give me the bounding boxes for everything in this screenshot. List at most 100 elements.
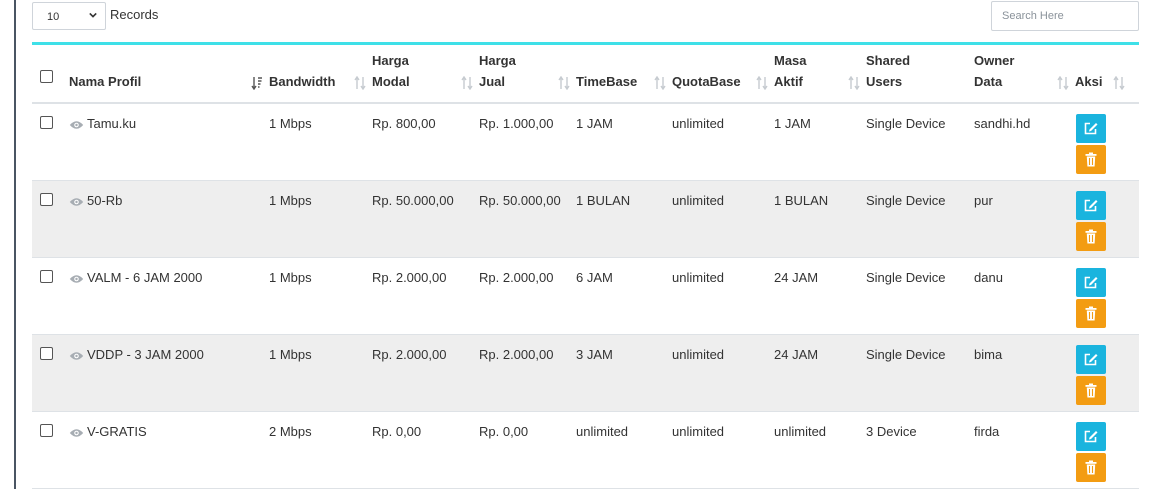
search-input[interactable] <box>991 1 1139 31</box>
sort-icon <box>654 76 666 90</box>
masa-aktif-cell: 1 JAM <box>774 103 866 181</box>
col-label: QuotaBase <box>672 74 741 89</box>
col-bandwidth[interactable]: Bandwidth <box>269 45 372 104</box>
table-row[interactable]: V-GRATIS 2 Mbps Rp. 0,00 Rp. 0,00 unlimi… <box>32 411 1139 489</box>
harga-jual-cell: Rp. 50.000,00 <box>479 180 576 258</box>
aksi-cell <box>1075 180 1139 258</box>
timebase-cell: 1 BULAN <box>576 180 672 258</box>
left-sidebar-edge <box>0 0 16 489</box>
row-checkbox[interactable] <box>40 423 53 437</box>
harga-modal-cell: Rp. 50.000,00 <box>372 180 479 258</box>
masa-aktif-cell: 24 JAM <box>774 334 866 412</box>
col-label-2: Data <box>974 74 1003 89</box>
bandwidth-cell: 1 Mbps <box>269 180 372 258</box>
eye-icon[interactable] <box>69 274 84 284</box>
harga-jual-cell: Rp. 2.000,00 <box>479 334 576 412</box>
shared-users-cell: Single Device <box>866 103 974 181</box>
delete-button[interactable] <box>1076 452 1106 482</box>
row-select-cell <box>32 257 69 335</box>
profile-name-cell: V-GRATIS <box>69 411 269 489</box>
profiles-table: Nama Profil Bandwidth Harga Modal Harga Ju… <box>32 42 1139 489</box>
shared-users-cell: Single Device <box>866 257 974 335</box>
shared-users-cell: Single Device <box>866 334 974 412</box>
bandwidth-cell: 2 Mbps <box>269 411 372 489</box>
quotabase-cell: unlimited <box>672 334 774 412</box>
sort-icon <box>1113 76 1125 90</box>
edit-icon <box>1084 122 1098 135</box>
sort-desc-icon <box>251 77 262 90</box>
col-harga-modal[interactable]: Harga Modal <box>372 45 479 104</box>
profile-name: 50-Rb <box>87 192 123 208</box>
col-aksi[interactable]: Aksi <box>1075 45 1139 104</box>
edit-button[interactable] <box>1076 344 1106 374</box>
eye-icon[interactable] <box>69 351 84 361</box>
table-row[interactable]: Tamu.ku 1 Mbps Rp. 800,00 Rp. 1.000,00 1… <box>32 103 1139 181</box>
row-checkbox[interactable] <box>40 346 53 360</box>
harga-jual-cell: Rp. 2.000,00 <box>479 257 576 335</box>
profile-name: V-GRATIS <box>87 423 147 439</box>
timebase-cell: 1 JAM <box>576 103 672 181</box>
harga-jual-cell: Rp. 0,00 <box>479 411 576 489</box>
eye-icon[interactable] <box>69 428 84 438</box>
owner-data-cell: danu <box>974 257 1075 335</box>
delete-button[interactable] <box>1076 375 1106 405</box>
table-row[interactable]: VALM - 6 JAM 2000 1 Mbps Rp. 2.000,00 Rp… <box>32 257 1139 335</box>
profile-name: VALM - 6 JAM 2000 <box>87 269 203 285</box>
col-timebase[interactable]: TimeBase <box>576 45 672 104</box>
quotabase-cell: unlimited <box>672 180 774 258</box>
row-select-cell <box>32 411 69 489</box>
aksi-cell <box>1075 257 1139 335</box>
select-all-checkbox[interactable] <box>40 70 53 83</box>
trash-icon <box>1085 152 1097 167</box>
table-body: Tamu.ku 1 Mbps Rp. 800,00 Rp. 1.000,00 1… <box>32 103 1139 489</box>
shared-users-cell: 3 Device <box>866 411 974 489</box>
col-label: Bandwidth <box>269 74 336 89</box>
sort-icon <box>756 76 768 90</box>
trash-icon <box>1085 460 1097 474</box>
col-label-2: Users <box>866 74 903 89</box>
row-checkbox[interactable] <box>40 116 53 129</box>
delete-button[interactable] <box>1076 145 1106 174</box>
col-shared-users[interactable]: Shared Users <box>866 45 974 104</box>
col-harga-jual[interactable]: Harga Jual <box>479 45 576 104</box>
timebase-cell: 6 JAM <box>576 257 672 335</box>
profile-name-cell: Tamu.ku <box>69 103 269 181</box>
sort-icon <box>1057 76 1069 90</box>
owner-data-cell: firda <box>974 411 1075 489</box>
edit-icon <box>1084 430 1098 442</box>
harga-modal-cell: Rp. 2.000,00 <box>372 334 479 412</box>
col-label-2: Modal <box>372 74 410 89</box>
delete-button[interactable] <box>1076 221 1106 251</box>
sort-icon <box>848 76 860 90</box>
col-quotabase[interactable]: QuotaBase <box>672 45 774 104</box>
col-label: Aksi <box>1075 74 1103 89</box>
trash-icon <box>1085 383 1097 397</box>
table-row[interactable]: 50-Rb 1 Mbps Rp. 50.000,00 Rp. 50.000,00… <box>32 180 1139 258</box>
edit-button[interactable] <box>1076 421 1106 451</box>
shared-users-cell: Single Device <box>866 180 974 258</box>
col-label: Harga <box>479 53 516 68</box>
table-row[interactable]: VDDP - 3 JAM 2000 1 Mbps Rp. 2.000,00 Rp… <box>32 334 1139 412</box>
col-owner-data[interactable]: Owner Data <box>974 45 1075 104</box>
edit-button[interactable] <box>1076 114 1106 143</box>
edit-button[interactable] <box>1076 190 1106 220</box>
page-length-select[interactable]: 10 <box>32 2 106 30</box>
trash-icon <box>1085 306 1097 320</box>
sort-icon <box>354 76 366 90</box>
profile-name-cell: VDDP - 3 JAM 2000 <box>69 334 269 412</box>
row-select-cell <box>32 103 69 181</box>
page-length-value: 10 <box>47 11 60 23</box>
row-select-cell <box>32 180 69 258</box>
row-select-cell <box>32 334 69 412</box>
delete-button[interactable] <box>1076 298 1106 328</box>
col-nama-profil[interactable]: Nama Profil <box>69 45 269 104</box>
row-checkbox[interactable] <box>40 269 53 283</box>
edit-button[interactable] <box>1076 267 1106 297</box>
eye-icon[interactable] <box>69 197 84 207</box>
eye-icon[interactable] <box>69 120 84 130</box>
masa-aktif-cell: unlimited <box>774 411 866 489</box>
row-checkbox[interactable] <box>40 192 53 206</box>
masa-aktif-cell: 1 BULAN <box>774 180 866 258</box>
col-label-2: Aktif <box>774 74 803 89</box>
col-masa-aktif[interactable]: Masa Aktif <box>774 45 866 104</box>
